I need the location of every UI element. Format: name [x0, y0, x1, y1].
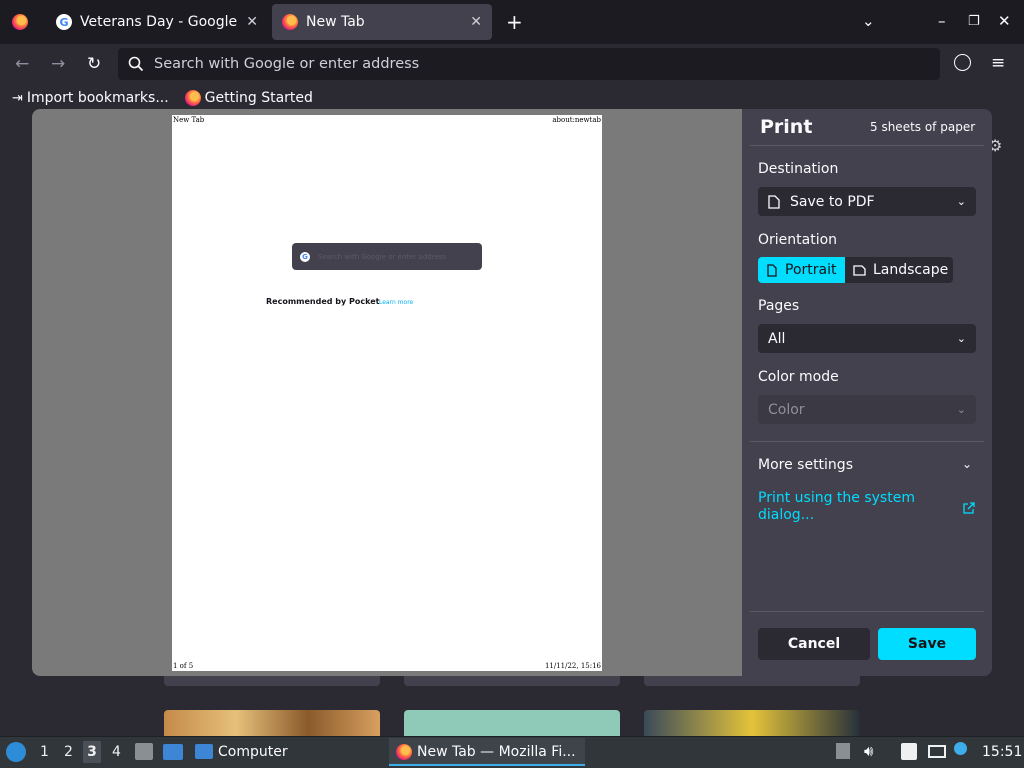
workspace-4[interactable]: 4 [112, 744, 121, 760]
divider [750, 611, 984, 612]
new-tab-icon[interactable]: + [506, 10, 523, 34]
preview-pocket-heading: Recommended by Pocket [266, 297, 380, 306]
portrait-icon [767, 263, 777, 277]
external-link-icon[interactable] [963, 502, 975, 514]
bookmark-label: Getting Started [204, 90, 313, 106]
color-mode-label: Color mode [758, 369, 839, 385]
chevron-down-icon[interactable]: ⌄ [962, 457, 972, 471]
bookmark-import[interactable]: ⇥ Import bookmarks... [12, 90, 169, 106]
system-dialog-link[interactable]: Print using the system dialog... [758, 490, 948, 524]
preview-search-text: Search with Google or enter address [318, 252, 447, 261]
card-edge [164, 676, 380, 686]
landscape-icon [853, 264, 866, 276]
google-icon: G [300, 251, 310, 262]
preview-learn-more: Learn more [379, 299, 414, 306]
clipboard-icon[interactable] [901, 743, 917, 760]
search-icon [128, 56, 144, 72]
more-settings-toggle[interactable]: More settings [758, 457, 853, 473]
pages-label: Pages [758, 298, 800, 314]
notification-icon[interactable] [954, 742, 967, 755]
page-header-left: New Tab [173, 116, 205, 124]
account-icon[interactable] [954, 54, 971, 71]
top-site-tile[interactable] [644, 710, 860, 736]
start-menu-icon[interactable] [6, 742, 26, 762]
portrait-label: Portrait [785, 262, 837, 278]
pages-select[interactable]: All ⌄ [758, 324, 976, 353]
reload-icon[interactable]: ↻ [87, 54, 101, 74]
window-title: New Tab — Mozilla Fi... [417, 744, 576, 760]
back-icon[interactable]: ← [15, 54, 29, 74]
workspace-3[interactable]: 3 [83, 741, 101, 763]
minimize-icon[interactable]: – [938, 12, 946, 30]
destination-label: Destination [758, 161, 839, 177]
folder-icon [195, 744, 213, 759]
volume-icon[interactable]: 🔊︎ [864, 742, 873, 760]
preview-search-box: G Search with Google or enter address [292, 243, 482, 270]
portrait-option[interactable]: Portrait [758, 257, 845, 283]
color-mode-value: Color [768, 401, 805, 418]
eject-icon[interactable] [836, 743, 850, 759]
tab-title: New Tab [306, 14, 365, 30]
show-desktop-icon[interactable] [163, 744, 183, 760]
bookmark-getting-started[interactable]: Getting Started [184, 90, 313, 106]
preview-page: New Tab about:newtab G Search with Googl… [172, 115, 602, 671]
hamburger-menu-icon[interactable]: ≡ [991, 53, 1005, 73]
divider [750, 441, 984, 442]
computer-launcher[interactable]: Computer [218, 744, 288, 760]
top-site-tile[interactable] [164, 710, 380, 736]
network-icon[interactable] [928, 745, 946, 758]
close-tab-icon[interactable]: ✕ [246, 14, 258, 30]
workspace-2[interactable]: 2 [64, 744, 73, 760]
orientation-label: Orientation [758, 232, 838, 248]
list-tabs-icon[interactable]: ⌄ [862, 12, 875, 30]
bookmarks-toolbar: ⇥ Import bookmarks... Getting Started [0, 84, 1024, 112]
workspace-1[interactable]: 1 [40, 744, 49, 760]
page-header-right: about:newtab [552, 116, 601, 124]
import-icon: ⇥ [12, 90, 23, 106]
bookmark-label: Import bookmarks... [26, 90, 169, 106]
save-button[interactable]: Save [878, 628, 976, 660]
url-bar[interactable]: Search with Google or enter address [118, 48, 940, 80]
destination-select[interactable]: Save to PDF ⌄ [758, 187, 976, 216]
print-title: Print [760, 116, 813, 138]
tab-title: Veterans Day - Google Se [80, 14, 240, 30]
url-placeholder: Search with Google or enter address [154, 56, 420, 72]
file-manager-icon[interactable] [135, 743, 153, 760]
page-footer-left: 1 of 5 [173, 662, 194, 670]
color-mode-select: Color ⌄ [758, 395, 976, 424]
destination-value: Save to PDF [790, 193, 875, 210]
firefox-icon [282, 14, 298, 30]
forward-icon[interactable]: → [51, 54, 65, 74]
pages-value: All [768, 330, 786, 347]
top-site-tile[interactable] [404, 710, 620, 736]
card-edge [644, 676, 860, 686]
tab-veterans-day[interactable]: G Veterans Day - Google Se ✕ [46, 4, 268, 40]
divider [750, 145, 984, 146]
tab-new-tab[interactable]: New Tab ✕ [272, 4, 492, 40]
page-footer-right: 11/11/22, 15:16 [544, 662, 601, 670]
chevron-down-icon: ⌄ [956, 332, 966, 345]
card-edge [404, 676, 620, 686]
document-icon [768, 194, 780, 209]
firefox-menu-icon[interactable] [12, 14, 28, 30]
restore-icon[interactable]: ❐ [968, 14, 980, 29]
clock[interactable]: 15:51 [982, 744, 1022, 760]
chevron-down-icon: ⌄ [956, 195, 966, 208]
landscape-option[interactable]: Landscape [845, 257, 953, 283]
close-window-icon[interactable]: ✕ [998, 12, 1011, 30]
sheet-count: 5 sheets of paper [870, 120, 976, 134]
firefox-icon [396, 744, 412, 760]
google-icon: G [56, 14, 72, 30]
close-tab-icon[interactable]: ✕ [470, 14, 482, 30]
cancel-button[interactable]: Cancel [758, 628, 870, 660]
firefox-icon [184, 90, 201, 106]
landscape-label: Landscape [873, 262, 949, 278]
chevron-down-icon: ⌄ [956, 403, 966, 416]
